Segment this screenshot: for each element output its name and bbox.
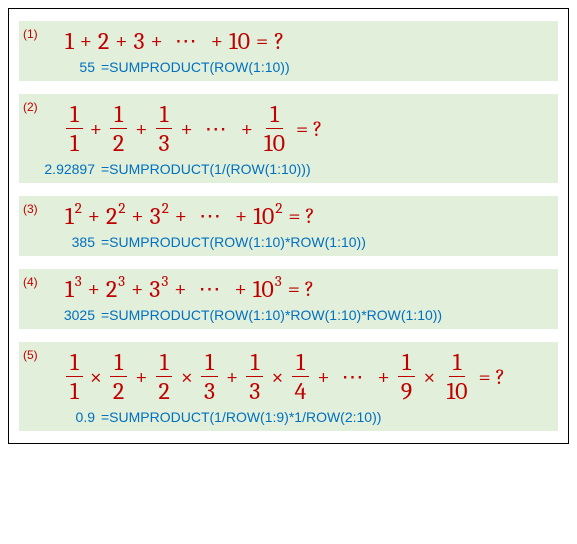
example-5-formula: =SUMPRODUCT(1/ROW(1:9)*1/ROW(2:10))	[101, 409, 381, 425]
example-3-result-line: 385 =SUMPRODUCT(ROW(1:10)*ROW(1:10))	[39, 234, 552, 250]
example-1-formula: =SUMPRODUCT(ROW(1:10))	[101, 59, 290, 75]
example-2-label: (2)	[23, 100, 38, 114]
example-3-formula: =SUMPRODUCT(ROW(1:10)*ROW(1:10))	[101, 234, 366, 250]
example-4-label: (4)	[23, 275, 38, 289]
example-5-result-line: 0.9 =SUMPRODUCT(1/ROW(1:9)*1/ROW(2:10))	[39, 409, 552, 425]
example-3-label: (3)	[23, 202, 38, 216]
example-2-formula: =SUMPRODUCT(1/(ROW(1:10)))	[101, 161, 311, 177]
example-5-label: (5)	[23, 348, 38, 362]
example-4: (4) 13 + 23 + 33 + ⋯ + 103 = ? 3025 =SUM…	[19, 269, 558, 329]
example-3-equation: 12 + 22 + 32 + ⋯ + 102 = ?	[65, 204, 552, 228]
example-1-label: (1)	[23, 27, 38, 41]
example-3-result: 385	[39, 234, 95, 250]
formula-examples-panel: (1) 1+ 2+ 3+ ⋯+ 10= ? 55 =SUMPRODUCT(ROW…	[8, 8, 569, 444]
example-5: (5) 11 × 12 + 12 × 13 + 13 × 14 + ⋯ + 19…	[19, 342, 558, 431]
example-1-result-line: 55 =SUMPRODUCT(ROW(1:10))	[39, 59, 552, 75]
example-2: (2) 11 + 12 + 13 + ⋯ + 110 = ? 2.92897 =…	[19, 94, 558, 183]
example-2-equation: 11 + 12 + 13 + ⋯ + 110 = ?	[65, 102, 552, 155]
example-5-equation: 11 × 12 + 12 × 13 + 13 × 14 + ⋯ + 19 × 1…	[65, 350, 552, 403]
example-4-result: 3025	[39, 307, 95, 323]
example-4-equation: 13 + 23 + 33 + ⋯ + 103 = ?	[65, 277, 552, 301]
example-1-equation: 1+ 2+ 3+ ⋯+ 10= ?	[65, 29, 552, 53]
example-5-result: 0.9	[39, 409, 95, 425]
example-1-result: 55	[39, 59, 95, 75]
example-2-result-line: 2.92897 =SUMPRODUCT(1/(ROW(1:10)))	[39, 161, 552, 177]
example-1: (1) 1+ 2+ 3+ ⋯+ 10= ? 55 =SUMPRODUCT(ROW…	[19, 21, 558, 81]
example-4-formula: =SUMPRODUCT(ROW(1:10)*ROW(1:10)*ROW(1:10…	[101, 307, 442, 323]
example-3: (3) 12 + 22 + 32 + ⋯ + 102 = ? 385 =SUMP…	[19, 196, 558, 256]
example-2-result: 2.92897	[39, 161, 95, 177]
example-4-result-line: 3025 =SUMPRODUCT(ROW(1:10)*ROW(1:10)*ROW…	[39, 307, 552, 323]
